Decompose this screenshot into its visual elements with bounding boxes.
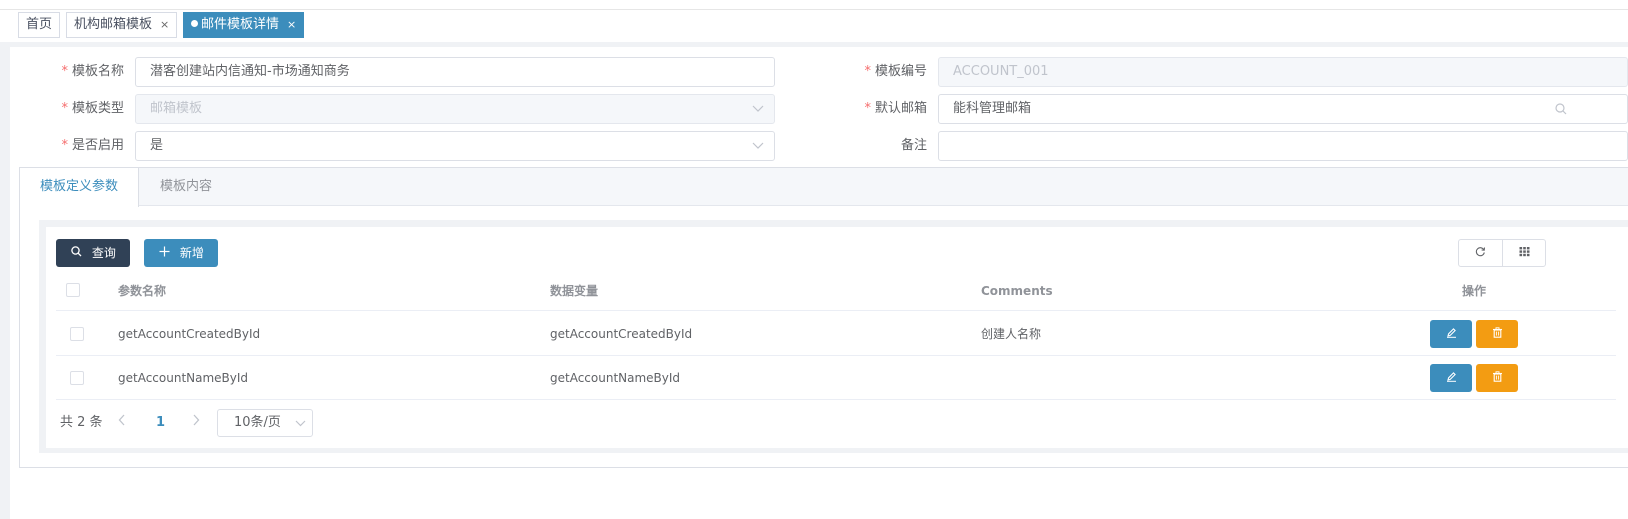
refresh-icon [1475, 246, 1486, 260]
table-tools [1458, 239, 1546, 267]
edit-button[interactable] [1430, 320, 1472, 348]
remark-input[interactable] [938, 131, 1628, 161]
default-mailbox-input[interactable]: 能科管理邮箱 [938, 94, 1628, 124]
query-button-label: 查询 [91, 246, 116, 260]
data-variable-cell: getAccountCreatedById [550, 327, 693, 341]
table-row: getAccountCreatedById getAccountCreatedB… [56, 312, 1616, 356]
add-button-label: 新增 [179, 246, 204, 260]
enabled-select[interactable]: 是 [135, 131, 775, 161]
tabs-header: 模板定义参数 模板内容 [20, 168, 1628, 207]
table-row: getAccountNameById getAccountNameById [56, 356, 1616, 400]
trash-icon [1492, 327, 1503, 341]
params-panel: 查询 新增 参数名称 数据变量 Comments 操作 getAccountCr… [46, 227, 1628, 448]
template-code-input[interactable]: ACCOUNT_001 [938, 57, 1628, 87]
tabs-card: 模板定义参数 模板内容 查询 新增 参数名称 数据变量 Comments 操作 … [19, 167, 1628, 468]
edit-icon [1446, 371, 1457, 385]
chevron-right-icon [193, 414, 200, 426]
main-content: * 模板名称 潜客创建站内信通知-市场通知商务 * 模板编号 ACCOUNT_001… [10, 47, 1628, 519]
comments-cell: 创建人名称 [981, 327, 1042, 341]
tab-template-content[interactable]: 模板内容 [140, 168, 232, 206]
tags-view-bar: 首页 机构邮箱模板 × 邮件模板详情 × [0, 10, 1628, 42]
enabled-label: * 是否启用 [61, 138, 124, 153]
default-mailbox-label: * 默认邮箱 [864, 101, 927, 116]
template-name-label: * 模板名称 [61, 64, 124, 79]
add-button[interactable]: 新增 [144, 239, 218, 267]
tag-mail-template-detail[interactable]: 邮件模板详情 × [183, 12, 305, 38]
tab-template-params[interactable]: 模板定义参数 [20, 168, 140, 207]
column-header-actions: 操作 [1462, 284, 1487, 298]
tag-home[interactable]: 首页 [18, 12, 61, 38]
delete-button[interactable] [1476, 320, 1518, 348]
data-variable-cell: getAccountNameById [550, 371, 681, 385]
param-name-cell: getAccountNameById [118, 371, 249, 385]
prev-page-button[interactable] [118, 409, 126, 437]
next-page-button[interactable] [192, 409, 200, 437]
tag-label: 机构邮箱模板 [74, 17, 153, 32]
row-checkbox[interactable] [70, 327, 84, 341]
plus-icon [159, 246, 174, 260]
page-size-select[interactable]: 10条/页 [217, 409, 313, 437]
chevron-left-icon [118, 414, 125, 426]
grid-icon [1519, 246, 1530, 260]
template-type-label: * 模板类型 [61, 101, 124, 116]
template-code-label: * 模板编号 [864, 64, 927, 79]
tag-label: 邮件模板详情 [201, 17, 280, 32]
select-all-checkbox[interactable] [66, 283, 80, 297]
close-icon[interactable]: × [287, 18, 296, 31]
column-header-param-name: 参数名称 [118, 284, 167, 298]
edit-icon [1446, 327, 1457, 341]
trash-icon [1492, 371, 1503, 385]
columns-button[interactable] [1502, 240, 1545, 266]
search-icon [71, 246, 86, 260]
refresh-button[interactable] [1459, 240, 1502, 266]
chevron-down-icon [752, 95, 764, 123]
tag-org-mail-template[interactable]: 机构邮箱模板 × [66, 12, 178, 38]
template-name-input[interactable]: 潜客创建站内信通知-市场通知商务 [135, 57, 775, 87]
page-number-current[interactable]: 1 [156, 409, 165, 437]
column-header-data-variable: 数据变量 [550, 284, 599, 298]
template-type-select[interactable]: 邮箱模板 [135, 94, 775, 124]
tag-label: 首页 [26, 17, 53, 32]
pagination-total: 共 2 条 [60, 415, 103, 430]
page-size-value: 10条/页 [234, 415, 281, 430]
delete-button[interactable] [1476, 364, 1518, 392]
param-name-cell: getAccountCreatedById [118, 327, 261, 341]
remark-label: 备注 [900, 138, 927, 153]
column-header-comments: Comments [981, 284, 1053, 298]
query-button[interactable]: 查询 [56, 239, 130, 267]
active-dot-icon [191, 20, 198, 27]
params-panel-bg: 查询 新增 参数名称 数据变量 Comments 操作 getAccountCr… [39, 220, 1628, 453]
row-checkbox[interactable] [70, 371, 84, 385]
top-header-bar [0, 0, 1628, 10]
chevron-down-icon [295, 410, 306, 446]
chevron-down-icon [752, 132, 764, 160]
search-icon[interactable] [1555, 95, 1567, 123]
close-icon[interactable]: × [160, 18, 169, 31]
edit-button[interactable] [1430, 364, 1472, 392]
table-header: 参数名称 数据变量 Comments 操作 [56, 271, 1616, 311]
